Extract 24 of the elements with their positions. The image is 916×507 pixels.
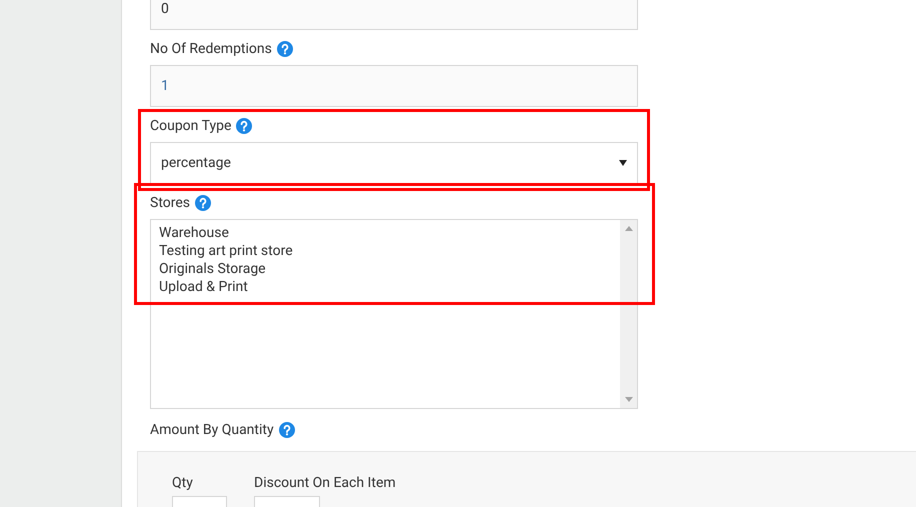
- caret-icon: [619, 160, 627, 166]
- column-label: Discount On Each Item: [254, 474, 396, 493]
- scroll-down-icon[interactable]: [624, 397, 632, 402]
- help-icon[interactable]: [278, 422, 295, 438]
- store-listbox[interactable]: Warehouse Testing art print store Originals Storage Upload & Print: [150, 219, 638, 409]
- field-label: Stores: [150, 194, 190, 212]
- field-value: 0: [161, 0, 169, 18]
- list-option[interactable]: Testing art print store: [159, 242, 620, 260]
- text-field[interactable]: 1: [150, 65, 638, 107]
- list-option[interactable]: Originals Storage: [159, 260, 620, 278]
- field-label: No Of Redemptions: [150, 40, 272, 58]
- list-option[interactable]: Upload & Print: [159, 278, 620, 296]
- field-label: Amount By Quantity: [150, 420, 274, 440]
- field-value: 1: [161, 76, 169, 96]
- scrollbar[interactable]: [620, 220, 637, 408]
- help-icon[interactable]: [236, 118, 252, 134]
- help-icon[interactable]: [195, 195, 212, 211]
- text-field[interactable]: 0: [150, 0, 638, 30]
- list-option[interactable]: Warehouse: [159, 224, 620, 242]
- column-label: Qty: [172, 474, 194, 493]
- select-dropdown[interactable]: percentage: [150, 142, 638, 184]
- field-label: Coupon Type: [150, 116, 232, 136]
- scroll-up-icon[interactable]: [624, 226, 632, 231]
- help-icon[interactable]: [276, 41, 293, 57]
